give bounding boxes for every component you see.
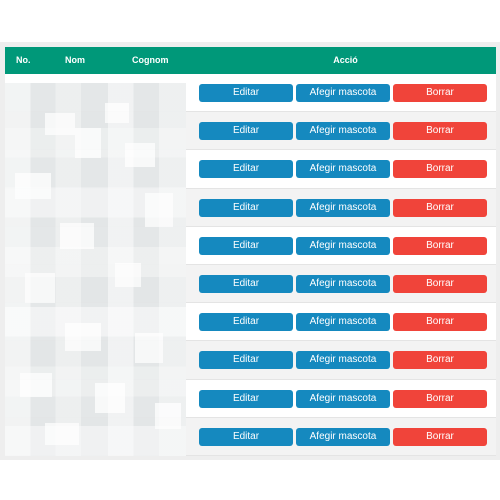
blur-patch bbox=[115, 263, 141, 287]
row-actions: Editar Afegir mascota Borrar bbox=[199, 313, 487, 332]
delete-button[interactable]: Borrar bbox=[393, 274, 487, 293]
edit-button[interactable]: Editar bbox=[199, 274, 293, 293]
blur-patch bbox=[155, 403, 181, 429]
blur-patch bbox=[95, 383, 125, 413]
delete-button[interactable]: Borrar bbox=[393, 236, 487, 255]
blur-patch bbox=[60, 223, 94, 249]
table-header: No. Nom Cognom Acció bbox=[5, 47, 496, 74]
blur-patch bbox=[125, 143, 155, 167]
delete-button[interactable]: Borrar bbox=[393, 84, 487, 102]
add-pet-button[interactable]: Afegir mascota bbox=[296, 274, 390, 293]
blurred-region bbox=[5, 83, 186, 456]
add-pet-button[interactable]: Afegir mascota bbox=[296, 236, 390, 255]
row-actions: Editar Afegir mascota Borrar bbox=[199, 236, 487, 255]
blur-patch bbox=[45, 423, 79, 445]
add-pet-button[interactable]: Afegir mascota bbox=[296, 313, 390, 332]
row-actions: Editar Afegir mascota Borrar bbox=[199, 427, 487, 446]
edit-button[interactable]: Editar bbox=[199, 236, 293, 255]
add-pet-button[interactable]: Afegir mascota bbox=[296, 427, 390, 446]
delete-button[interactable]: Borrar bbox=[393, 313, 487, 332]
edit-button[interactable]: Editar bbox=[199, 351, 293, 370]
delete-button[interactable]: Borrar bbox=[393, 198, 487, 217]
delete-button[interactable]: Borrar bbox=[393, 160, 487, 179]
edit-button[interactable]: Editar bbox=[199, 160, 293, 179]
delete-button[interactable]: Borrar bbox=[393, 351, 487, 370]
edit-button[interactable]: Editar bbox=[199, 198, 293, 217]
delete-button[interactable]: Borrar bbox=[393, 389, 487, 408]
row-actions: Editar Afegir mascota Borrar bbox=[199, 122, 487, 141]
edit-button[interactable]: Editar bbox=[199, 313, 293, 332]
blur-patch bbox=[105, 103, 129, 123]
blur-patch bbox=[65, 323, 101, 351]
edit-button[interactable]: Editar bbox=[199, 389, 293, 408]
row-actions: Editar Afegir mascota Borrar bbox=[199, 351, 487, 370]
edit-button[interactable]: Editar bbox=[199, 122, 293, 141]
header-no: No. bbox=[16, 55, 31, 65]
blur-patch bbox=[25, 273, 55, 303]
row-actions: Editar Afegir mascota Borrar bbox=[199, 84, 487, 102]
blur-patch bbox=[45, 113, 75, 135]
header-accio: Acció bbox=[333, 55, 358, 65]
page: No. Nom Cognom Acció Editar Afegir mascot… bbox=[0, 0, 500, 500]
edit-button[interactable]: Editar bbox=[199, 84, 293, 102]
row-actions: Editar Afegir mascota Borrar bbox=[199, 198, 487, 217]
blur-patch bbox=[15, 173, 51, 199]
add-pet-button[interactable]: Afegir mascota bbox=[296, 160, 390, 179]
add-pet-button[interactable]: Afegir mascota bbox=[296, 84, 390, 102]
blur-patch bbox=[135, 333, 163, 363]
add-pet-button[interactable]: Afegir mascota bbox=[296, 122, 390, 141]
row-actions: Editar Afegir mascota Borrar bbox=[199, 389, 487, 408]
blur-patch bbox=[145, 193, 173, 227]
delete-button[interactable]: Borrar bbox=[393, 427, 487, 446]
delete-button[interactable]: Borrar bbox=[393, 122, 487, 141]
header-nom: Nom bbox=[65, 55, 85, 65]
add-pet-button[interactable]: Afegir mascota bbox=[296, 389, 390, 408]
edit-button[interactable]: Editar bbox=[199, 427, 293, 446]
row-actions: Editar Afegir mascota Borrar bbox=[199, 160, 487, 179]
add-pet-button[interactable]: Afegir mascota bbox=[296, 198, 390, 217]
add-pet-button[interactable]: Afegir mascota bbox=[296, 351, 390, 370]
blur-patch bbox=[20, 373, 52, 397]
row-actions: Editar Afegir mascota Borrar bbox=[199, 274, 487, 293]
header-cognom: Cognom bbox=[132, 55, 169, 65]
blur-patch bbox=[75, 128, 101, 158]
